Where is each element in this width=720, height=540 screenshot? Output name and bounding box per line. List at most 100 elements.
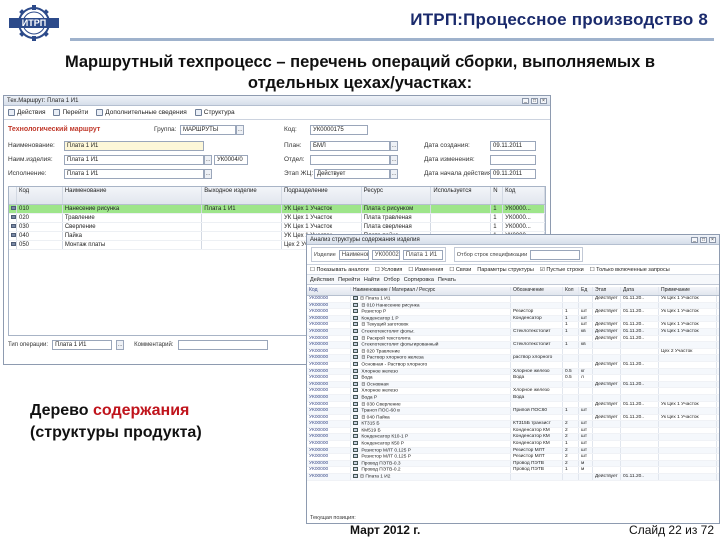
footer-type-field[interactable]: Плата 1 И1 [52, 340, 113, 350]
fullname-field[interactable]: Плата 1 И1 [64, 154, 204, 165]
tree-cell-u: кг [579, 368, 593, 375]
toolbar-structure[interactable]: Структура [194, 109, 235, 116]
minimize-button[interactable]: _ [522, 97, 529, 104]
tree-cell-x [659, 421, 717, 427]
start-field[interactable]: 09.11.2011 [490, 168, 536, 179]
plan-pick-button[interactable]: … [390, 140, 398, 151]
tree-row[interactable]: УК00000 Трансп ПОС-60 в Припой ПОС60 1 шт [307, 408, 719, 415]
tree-row[interactable]: УК00000 Вода Вода 0.5 л [307, 375, 719, 382]
tb2-sort[interactable]: Сортировка [404, 277, 434, 283]
spec-filter-field[interactable] [530, 249, 581, 260]
tree-row[interactable]: УК00000 Стеклотекстолит фольг. Стеклотекс… [307, 328, 719, 336]
tree-row[interactable]: УК00000 ⊟ Раскрой текстолита Действует 01.… [307, 335, 719, 343]
tree-cell-q: 1 [563, 441, 579, 447]
tree-cell-code: УК00000 [307, 315, 351, 322]
tree-row[interactable]: УК00000 Резистор МЛТ 0.125 Р Резистор МЛТ… [307, 454, 719, 461]
route-window-titlebar[interactable]: Тех.Маршрут: Плата 1 И1 _ □ × [4, 96, 550, 106]
tree-cell-x: Ук Цех 1 Участок [659, 401, 717, 408]
structure-window-titlebar[interactable]: Анализ структуры содержания изделия _ □ … [307, 235, 719, 245]
tree-row[interactable]: УК00000 ⊟ Основная Действует 01.11.20.. [307, 381, 719, 389]
name-field[interactable]: Плата 1 И1 [64, 140, 204, 151]
opt-analogs[interactable]: ☐ Показывать аналоги [310, 267, 369, 273]
tree-row[interactable]: УК00000 Стеклотекстолит фольгированный Ст… [307, 342, 719, 349]
tree-row[interactable]: УК00000 ⊟ Плата 1 И1 Действует 01.11.20.. Ук… [307, 296, 719, 303]
tree-row[interactable]: УК00000 Резистор Р Резистор 1 шт Действует 01… [307, 309, 719, 316]
product-code-field[interactable]: УК00002 [371, 249, 400, 260]
opt-included-only[interactable]: ☐ Только включенные запросы [590, 267, 670, 273]
tb2-print[interactable]: Печать [438, 277, 456, 283]
dept-pick-button[interactable]: … [390, 154, 398, 165]
tree-row[interactable]: УК00000 ⊟ Текущий заготовок 1 шт Действует 0… [307, 322, 719, 329]
dept-field[interactable]: УК0004/0 [214, 154, 248, 165]
tree-cell-u: шт [579, 315, 593, 322]
tree-row[interactable]: УК00000 Вода Р Вода [307, 394, 719, 402]
tree-row[interactable]: УК00000 ⊟ Раствор хлорного железа раствор… [307, 355, 719, 362]
tree-row[interactable]: УК00000 ⊟ Плата 1 И2 Действует 01.11.20.. [307, 474, 719, 481]
structure-close-button[interactable]: × [709, 236, 716, 243]
start-row: Дата начала действия: 09.11.2011 [424, 168, 536, 179]
tree-row[interactable]: УК00000 Хлорное железо Хлорное железо [307, 388, 719, 395]
tree-cell-type: КТ315Б транзист [511, 421, 563, 427]
comment-field[interactable] [177, 340, 268, 350]
status-field[interactable]: Плата 1 И1 [64, 168, 204, 179]
tree-cell-type: раствор хлорного [511, 355, 563, 361]
tree-row[interactable]: УК00000 Провод ПЭТВ-0.3 Провод ПЭТВ 2 м [307, 460, 719, 468]
state-field[interactable]: Действует [314, 168, 390, 179]
tree-row[interactable]: УК00000 Провод ПЭТВ-0.2 Провод ПЭТВ 1 м [307, 467, 719, 475]
opt-params[interactable]: Параметры структуры [477, 267, 534, 273]
date-field[interactable]: 09.11.2011 [490, 140, 536, 151]
tb2-goto[interactable]: Перейти [338, 277, 360, 283]
toolbar-actions[interactable]: Действия [8, 109, 45, 116]
tree-cell-st: Действует [593, 335, 621, 342]
operation-row[interactable]: 010 Нанесение рисунка Плата 1 И1 УК Цех 1 У… [9, 205, 545, 214]
tree-row[interactable]: УК00000 ⊟ 040 Пайка Действует 01.11.20.. Ук… [307, 414, 719, 422]
tree-row[interactable]: УК00000 ⊟ 010 Нанесение рисунка [307, 302, 719, 310]
tree-row[interactable]: УК00000 ⊟ 020 Травление Цех 2 Участок [307, 348, 719, 356]
toolbar-extra-info[interactable]: Дополнительные сведения [96, 109, 187, 116]
group-pick-button[interactable]: … [236, 124, 244, 135]
product-value-field[interactable]: Плата 1 И1 [402, 249, 443, 260]
tree-row[interactable]: УК00000 КТ315 Б КТ315Б транзист 2 шт [307, 421, 719, 428]
operation-row[interactable]: 020 Травление УК Цех 1 Участок Плата травле… [9, 214, 545, 223]
code-field[interactable]: УК0000175 [310, 124, 368, 135]
tree-row[interactable]: УК00000 Конденсатор К50 Р Конденсатор КМ 1… [307, 441, 719, 448]
tree-row[interactable]: УК00000 Конденсатор 1 Р Конденсатор 1 шт [307, 315, 719, 323]
tb2-find[interactable]: Найти [364, 277, 380, 283]
close-button[interactable]: × [540, 97, 547, 104]
tree-cell-type: Вода [511, 394, 563, 401]
tb2-actions[interactable]: Действия [310, 277, 334, 283]
opt-changes[interactable]: ☐ Изменения [408, 267, 443, 273]
tree-row[interactable]: УК00000 Хлорное железо Хлорное железо 0.5 к… [307, 368, 719, 376]
fullname-pick-button[interactable]: … [204, 154, 212, 165]
structure-maximize-button[interactable]: □ [700, 236, 707, 243]
dept-field-2[interactable] [310, 154, 390, 165]
tree-cell-type: Конденсатор КМ [511, 427, 563, 434]
tree-node-label: Основная - Раствор хлорного [360, 362, 428, 368]
changed-field[interactable] [490, 154, 536, 165]
product-name-field[interactable]: Наименование [338, 249, 369, 260]
opt-conditions[interactable]: ☐ Условия [375, 267, 403, 273]
tree-row[interactable]: УК00000 Резистор МЛТ 0.125 Р Резистор МЛТ… [307, 447, 719, 455]
plan-field[interactable]: БМЛ [310, 140, 390, 151]
tree-cell-code: УК00000 [307, 441, 351, 447]
tree-cell-q: 1 [563, 309, 579, 315]
operation-row[interactable]: 030 Сверление УК Цех 1 Участок Плата сверле… [9, 223, 545, 232]
tb2-filter[interactable]: Отбор [384, 277, 400, 283]
section-title: Технологический маршрут [8, 126, 101, 133]
tree-row[interactable]: УК00000 Конденсатор К10-1 Р Конденсатор К… [307, 434, 719, 442]
structure-minimize-button[interactable]: _ [691, 236, 698, 243]
tree-row[interactable]: УК00000 ⊟ 030 Сверление Действует 01.11.20… [307, 401, 719, 409]
maximize-button[interactable]: □ [531, 97, 538, 104]
group-field[interactable]: МАРШРУТЫ [180, 124, 236, 135]
footer-pick-button[interactable]: … [116, 340, 125, 350]
opt-links[interactable]: ☐ Связи [449, 267, 471, 273]
status-pick-button[interactable]: … [204, 168, 212, 179]
tree-row[interactable]: УК00000 Основная - Раствор хлорного Дейст… [307, 361, 719, 369]
opt-empty-rows[interactable]: ☑ Пустые строки [540, 267, 584, 273]
tree-node-icon [353, 348, 358, 353]
tree-row[interactable]: УК00000 КМ519 Б Конденсатор КМ 2 шт [307, 427, 719, 435]
tree-cell-type [511, 322, 563, 328]
toolbar-goto[interactable]: Перейти [53, 109, 88, 116]
operation-row-icon [9, 241, 17, 249]
state-pick-button[interactable]: … [390, 168, 398, 179]
